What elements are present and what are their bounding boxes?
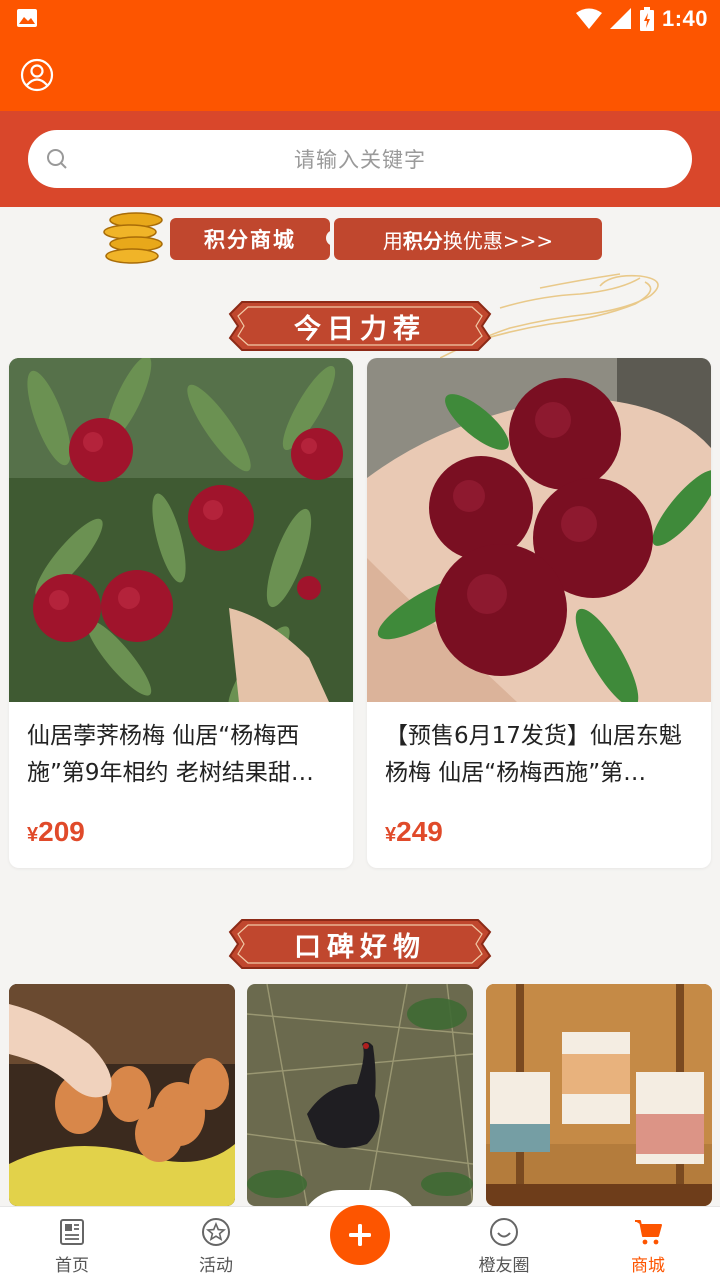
search-icon [47, 149, 67, 169]
tab-label: 活动 [199, 1256, 233, 1276]
points-mall-banner[interactable]: 积分商城 用积分 换优惠>>> [102, 210, 612, 266]
clock: 1:40 [661, 6, 708, 31]
star-circle-icon [202, 1218, 230, 1246]
product-price: ¥249 [385, 816, 443, 848]
wifi-icon [575, 8, 602, 29]
section-title-text: 口碑好物 [294, 931, 426, 963]
redeem-text-bold: 积分 [402, 228, 443, 253]
redeem-text-prefix: 用 [382, 228, 403, 253]
product-thumb-chicken[interactable] [247, 984, 473, 1206]
search-bar-area: 请输入关键字 [0, 111, 720, 207]
section-title-text: 今日力荐 [294, 313, 426, 345]
points-mall-label: 积分商城 [170, 218, 330, 260]
tab-mall[interactable]: 商城 [588, 1207, 708, 1280]
user-profile-icon[interactable] [20, 58, 54, 92]
signal-icon [609, 8, 631, 29]
add-post-button[interactable] [330, 1205, 390, 1265]
tab-activity[interactable]: 活动 [156, 1207, 276, 1280]
product-image-bayberry-tree [9, 358, 353, 702]
product-thumb-tea[interactable] [486, 984, 712, 1206]
product-thumb-eggs[interactable] [9, 984, 235, 1206]
tab-friends-circle[interactable]: 橙友圈 [444, 1207, 564, 1280]
price-value: 209 [38, 816, 85, 847]
product-image-chicken [247, 984, 473, 1206]
tab-label: 商城 [631, 1256, 665, 1276]
search-placeholder: 请输入关键字 [294, 148, 426, 172]
section-title-praise: 口碑好物 [228, 918, 492, 970]
status-bar: 1:40 [0, 0, 720, 36]
product-image-bayberry-hand [367, 358, 711, 702]
product-image-eggs [9, 984, 235, 1206]
smile-icon [490, 1218, 518, 1246]
product-card[interactable]: 仙居荸荠杨梅 仙居“杨梅西施”第9年相约 老树结果甜… ¥209 [9, 358, 353, 868]
image-notification-icon [17, 9, 37, 27]
plus-icon [349, 1224, 371, 1246]
section-title-today: 今日力荐 [228, 300, 492, 352]
tab-label: 橙友圈 [478, 1256, 530, 1276]
battery-icon [639, 7, 654, 31]
product-name: 仙居荸荠杨梅 仙居“杨梅西施”第9年相约 老树结果甜… [27, 723, 314, 786]
redeem-text-suffix: 换优惠>>> [442, 228, 554, 253]
product-price: ¥209 [27, 816, 85, 848]
header [0, 36, 720, 111]
newspaper-icon [60, 1219, 84, 1245]
redeem-points-link[interactable]: 用积分 换优惠>>> [334, 218, 602, 260]
product-name: 【预售6月17发货】仙居东魁杨梅 仙居“杨梅西施”第… [385, 723, 682, 786]
tab-label: 首页 [55, 1256, 89, 1276]
search-input[interactable]: 请输入关键字 [28, 130, 692, 188]
tab-home[interactable]: 首页 [12, 1207, 132, 1280]
cart-icon [635, 1220, 662, 1245]
product-card[interactable]: 【预售6月17发货】仙居东魁杨梅 仙居“杨梅西施”第… ¥249 [367, 358, 711, 868]
gold-coins-icon [103, 212, 163, 264]
currency-symbol: ¥ [27, 824, 39, 846]
price-value: 249 [396, 816, 443, 847]
currency-symbol: ¥ [385, 824, 397, 846]
product-image-tea-boxes [486, 984, 712, 1206]
